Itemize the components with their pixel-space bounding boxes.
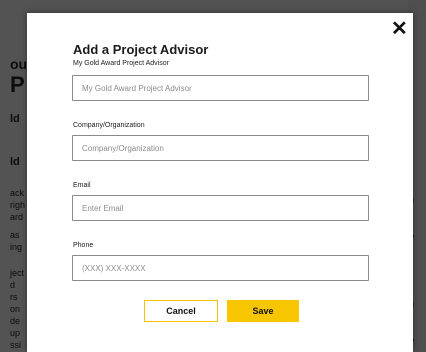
cancel-button[interactable]: Cancel (144, 300, 218, 322)
phone-input[interactable] (72, 255, 369, 281)
advisor-name-input[interactable] (72, 75, 369, 101)
add-project-advisor-modal: ✕ Add a Project Advisor My Gold Award Pr… (27, 13, 413, 352)
modal-title: Add a Project Advisor (73, 42, 209, 57)
close-icon[interactable]: ✕ (391, 19, 408, 39)
company-organization-label: Company/Organization (73, 122, 145, 129)
save-button[interactable]: Save (227, 300, 299, 322)
advisor-name-label: My Gold Award Project Advisor (73, 60, 169, 67)
phone-label: Phone (73, 242, 94, 249)
company-organization-input[interactable] (72, 135, 369, 161)
email-input[interactable] (72, 195, 369, 221)
email-label: Email (73, 182, 91, 189)
